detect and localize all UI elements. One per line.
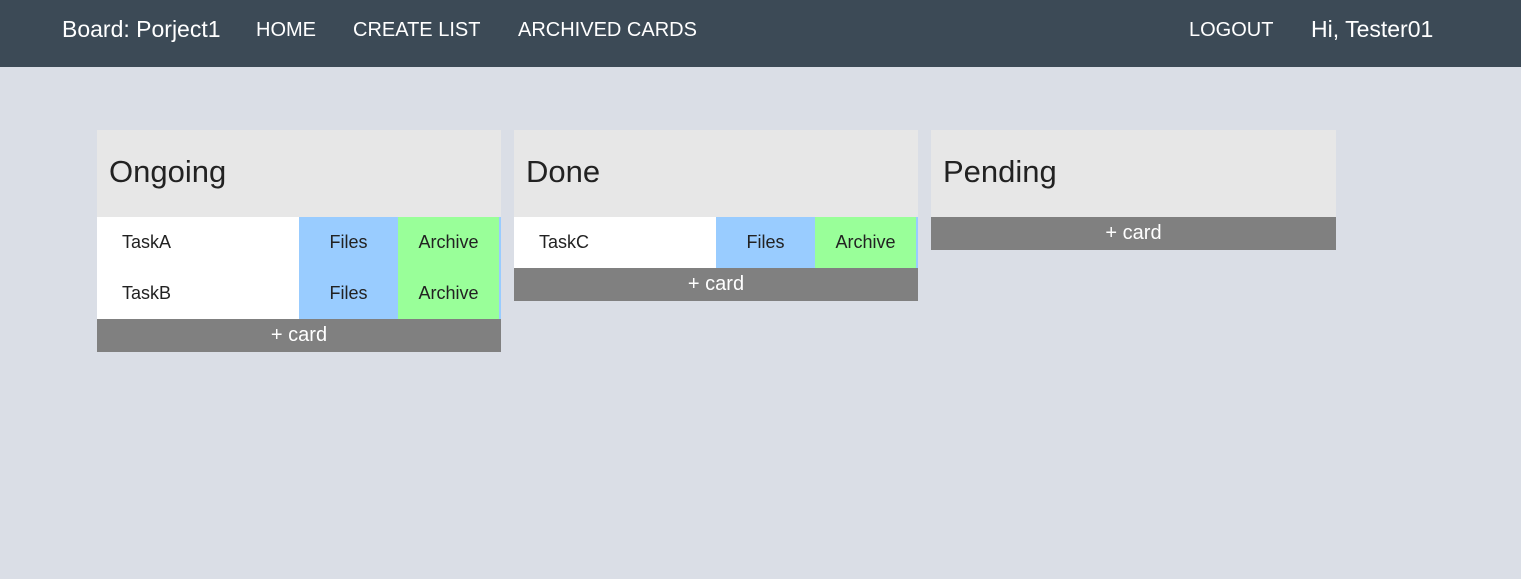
nav-create-list-link[interactable]: CREATE LIST [353, 19, 480, 42]
list-header: Pending [931, 130, 1336, 217]
add-card-button[interactable]: + card [514, 268, 918, 301]
list-header: Ongoing [97, 130, 501, 217]
card-name[interactable]: TaskC [514, 217, 716, 268]
archive-button[interactable]: Archive [815, 217, 916, 268]
user-greeting: Hi, Tester01 [1311, 16, 1434, 42]
nav-archived-cards-link[interactable]: ARCHIVED CARDS [518, 19, 697, 42]
files-button[interactable]: Files [299, 268, 398, 319]
archive-button[interactable]: Archive [398, 268, 499, 319]
list-header: Done [514, 130, 918, 217]
list-title: Done [526, 154, 601, 189]
files-button[interactable]: Files [299, 217, 398, 268]
card-name[interactable]: TaskB [97, 268, 299, 319]
card-edge [916, 217, 918, 268]
board-title: Board: Porject1 [62, 16, 221, 42]
add-card-button[interactable]: + card [97, 319, 501, 352]
list-pending: Pending + card [931, 130, 1336, 250]
files-button[interactable]: Files [716, 217, 815, 268]
card-edge [499, 217, 501, 268]
card-edge [499, 268, 501, 319]
archive-button[interactable]: Archive [398, 217, 499, 268]
list-title: Ongoing [109, 154, 227, 189]
list-ongoing: Ongoing TaskA Files Archive TaskB Files … [97, 130, 501, 352]
nav-logout-link[interactable]: LOGOUT [1189, 19, 1273, 42]
list-done: Done TaskC Files Archive + card [514, 130, 918, 301]
top-navbar: Board: Porject1 HOME CREATE LIST ARCHIVE… [0, 0, 1521, 67]
list-title: Pending [943, 154, 1057, 189]
card-row: TaskC Files Archive [514, 217, 918, 268]
card-name[interactable]: TaskA [97, 217, 299, 268]
card-row: TaskB Files Archive [97, 268, 501, 319]
add-card-button[interactable]: + card [931, 217, 1336, 250]
card-row: TaskA Files Archive [97, 217, 501, 268]
nav-home-link[interactable]: HOME [256, 19, 316, 42]
